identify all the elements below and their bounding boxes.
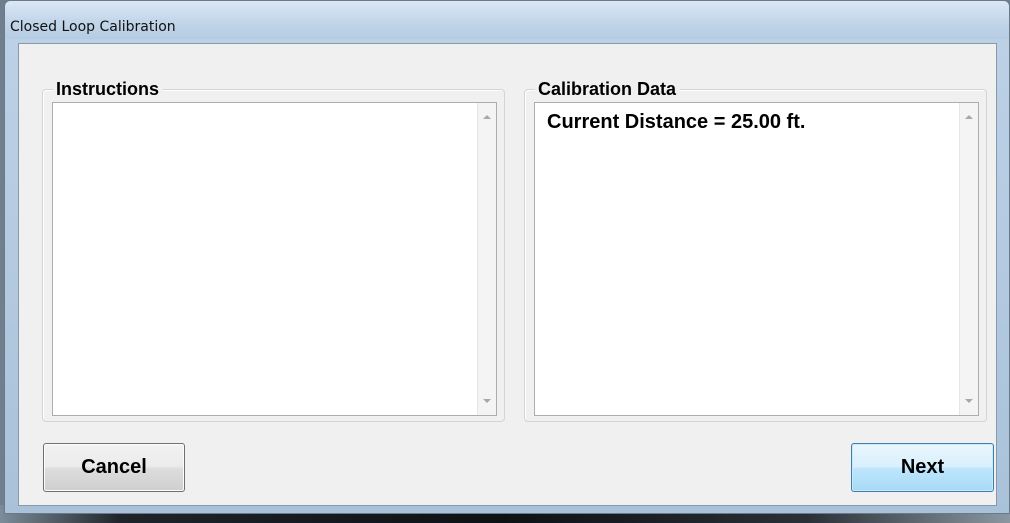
dialog-client-area: Instructions Calibration Data Current Di… xyxy=(18,43,997,506)
instructions-group-label: Instructions xyxy=(53,79,164,99)
calibration-data-group: Calibration Data Current Distance = 25.0… xyxy=(524,79,987,422)
calibration-data-group-label: Calibration Data xyxy=(535,79,681,99)
scroll-up-arrow-icon[interactable] xyxy=(483,115,491,119)
scroll-down-arrow-icon[interactable] xyxy=(483,399,491,403)
instructions-textbox[interactable] xyxy=(52,102,497,416)
calibration-data-scrollbar[interactable] xyxy=(959,103,978,415)
scroll-up-arrow-icon[interactable] xyxy=(965,115,973,119)
window-title: Closed Loop Calibration xyxy=(10,19,176,35)
calibration-data-text: Current Distance = 25.00 ft. xyxy=(547,111,806,133)
cancel-button[interactable]: Cancel xyxy=(43,443,185,492)
title-bar[interactable]: Closed Loop Calibration xyxy=(5,1,1009,39)
scroll-down-arrow-icon[interactable] xyxy=(965,399,973,403)
dialog-window: Closed Loop Calibration Instructions Cal… xyxy=(4,0,1010,514)
instructions-group: Instructions xyxy=(42,79,505,422)
calibration-data-textbox[interactable]: Current Distance = 25.00 ft. xyxy=(534,102,979,416)
instructions-scrollbar[interactable] xyxy=(477,103,496,415)
next-button[interactable]: Next xyxy=(851,443,994,492)
